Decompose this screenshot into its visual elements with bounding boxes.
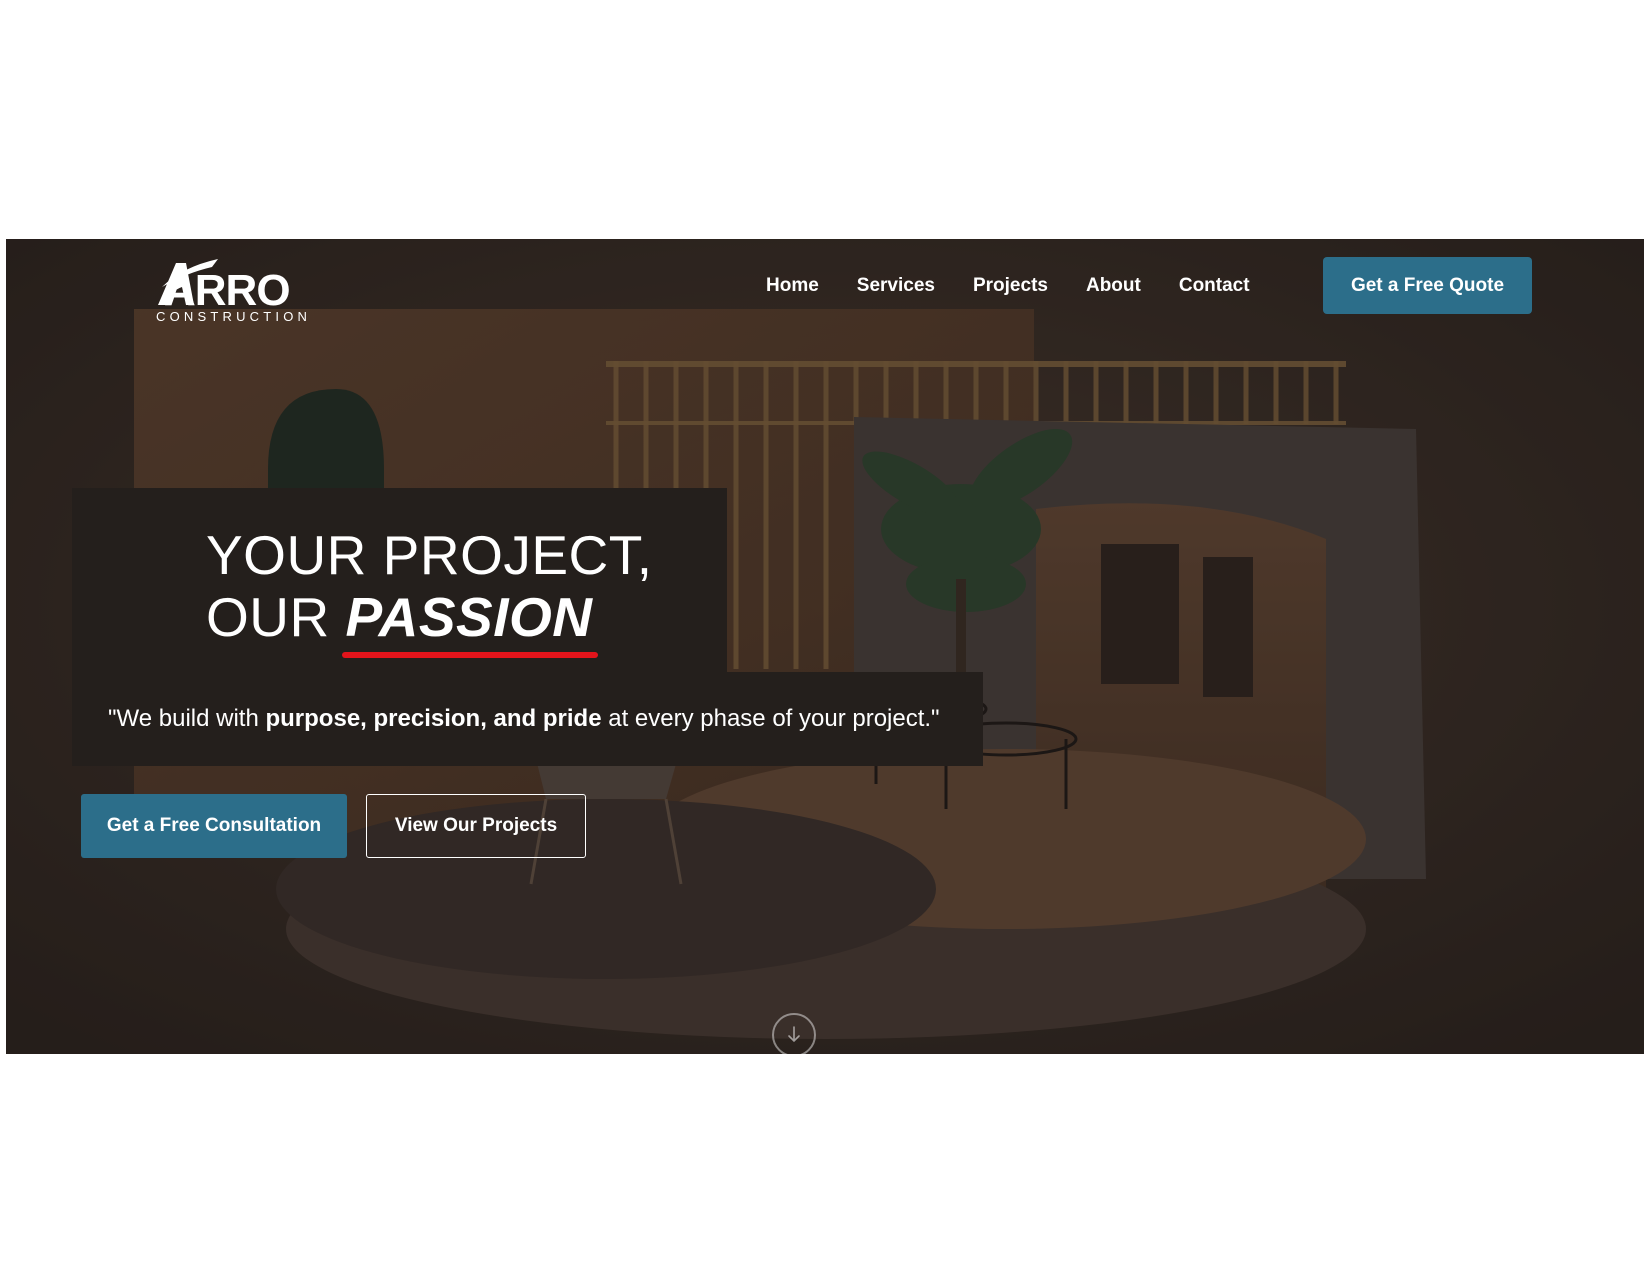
nav-link-about[interactable]: About (1086, 275, 1141, 297)
main-nav: Home Services Projects About Contact (766, 257, 1288, 315)
tagline-bold: purpose, precision, and pride (265, 705, 602, 732)
hero-section: ARRO CONSTRUCTION Home Services Projects… (6, 239, 1644, 1054)
headline-accent: PASSION (345, 586, 593, 648)
nav-link-projects[interactable]: Projects (973, 275, 1048, 297)
tagline-close: at every phase of your project." (601, 705, 940, 732)
scroll-down-button[interactable] (772, 1013, 816, 1054)
headline-accent-wrapper: PASSION (341, 586, 599, 658)
logo-subtitle: CONSTRUCTION (156, 309, 311, 323)
view-projects-button[interactable]: View Our Projects (366, 794, 586, 858)
logo-wordmark: ARRO (164, 266, 290, 315)
nav-link-home[interactable]: Home (766, 275, 819, 297)
arrow-down-icon (788, 1026, 800, 1043)
free-consultation-button[interactable]: Get a Free Consultation (81, 794, 347, 858)
tagline-open: "We build with (108, 705, 266, 732)
tagline-panel: "We build with purpose, precision, and p… (72, 672, 983, 766)
headline-line2-prefix: OUR (206, 586, 346, 648)
red-underline (341, 652, 599, 658)
headline-line1: YOUR PROJECT, (206, 524, 653, 586)
arro-construction-logo[interactable]: ARRO CONSTRUCTION (156, 257, 316, 323)
nav-link-services[interactable]: Services (857, 275, 935, 297)
page: ARRO CONSTRUCTION Home Services Projects… (0, 0, 1650, 1275)
get-free-quote-button[interactable]: Get a Free Quote (1323, 257, 1532, 314)
hero-headline: YOUR PROJECT, OUR PASSION (206, 524, 653, 658)
headline-panel: YOUR PROJECT, OUR PASSION (72, 488, 727, 672)
nav-link-contact[interactable]: Contact (1179, 275, 1250, 297)
hero-tagline: "We build with purpose, precision, and p… (108, 705, 940, 733)
